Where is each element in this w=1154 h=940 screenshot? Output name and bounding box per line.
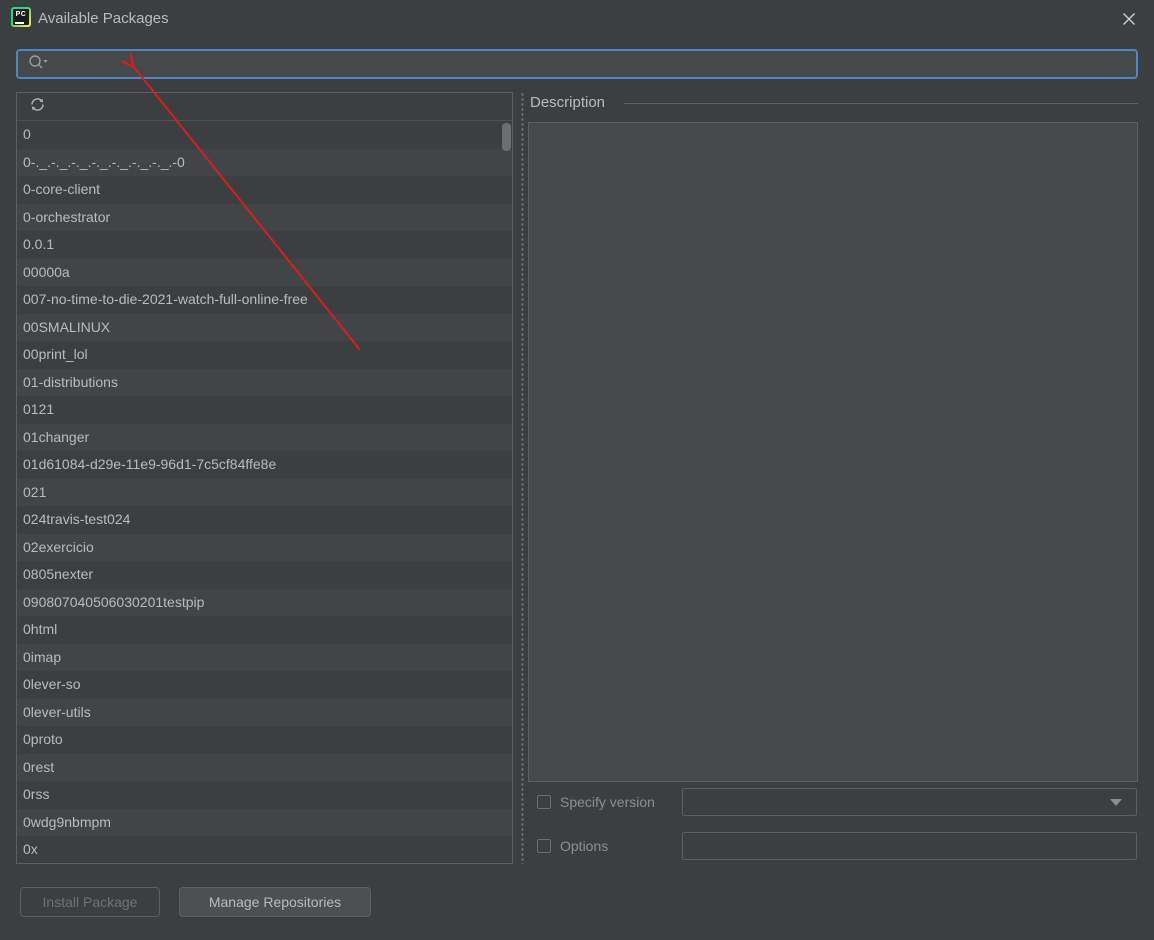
close-icon[interactable] (1118, 8, 1140, 30)
description-group: Description (528, 92, 1138, 782)
list-item[interactable]: 0 (17, 121, 512, 149)
list-item[interactable]: 00000a (17, 258, 512, 286)
splitter-grip (520, 92, 524, 864)
list-scrollbar[interactable] (501, 121, 512, 863)
chevron-down-icon (1110, 798, 1122, 806)
list-item[interactable]: 0wdg9nbmpm (17, 808, 512, 836)
list-toolbar (17, 93, 512, 121)
search-icon[interactable] (28, 54, 48, 75)
list-item[interactable]: 0-._.-._.-._.-._.-._.-._.-._.-0 (17, 148, 512, 176)
list-item[interactable]: 00SMALINUX (17, 313, 512, 341)
list-item[interactable]: 0rest (17, 753, 512, 781)
title-bar: PC Available Packages (0, 0, 1154, 37)
list-item[interactable]: 0rss (17, 781, 512, 809)
list-item[interactable]: 090807040506030201testpip (17, 588, 512, 616)
list-item[interactable]: 00print_lol (17, 341, 512, 369)
list-item[interactable]: 0lever-utils (17, 698, 512, 726)
list-item[interactable]: 0.0.1 (17, 231, 512, 259)
specify-version-label: Specify version (560, 794, 655, 810)
description-content (528, 122, 1138, 782)
description-title: Description (530, 92, 614, 114)
search-field[interactable] (16, 49, 1138, 79)
version-combobox[interactable] (682, 788, 1137, 816)
package-list[interactable]: 0 0-._.-._.-._.-._.-._.-._.-._.-0 0-core-c… (17, 121, 512, 863)
list-scrollbar-thumb[interactable] (502, 123, 511, 151)
panel-splitter[interactable] (518, 92, 526, 864)
list-item[interactable]: 01-distributions (17, 368, 512, 396)
description-rule (624, 103, 1138, 104)
list-item[interactable]: 024travis-test024 (17, 506, 512, 534)
list-item[interactable]: 0imap (17, 643, 512, 671)
list-item[interactable]: 0121 (17, 396, 512, 424)
window-title: Available Packages (38, 10, 169, 27)
description-panel: Description Specify version Options (528, 92, 1138, 864)
list-item[interactable]: 0lever-so (17, 671, 512, 699)
list-item[interactable]: 0-orchestrator (17, 203, 512, 231)
list-item[interactable]: 01changer (17, 423, 512, 451)
options-checkbox[interactable] (537, 839, 551, 853)
pycharm-icon-bar (15, 22, 24, 24)
list-item[interactable]: 0x (17, 836, 512, 863)
list-item[interactable]: 02exercicio (17, 533, 512, 561)
available-packages-dialog: PC Available Packages 0 0-._.-._.-._.-._… (0, 0, 1154, 940)
pycharm-icon: PC (11, 7, 31, 27)
list-item[interactable]: 0proto (17, 726, 512, 754)
list-item[interactable]: 0-core-client (17, 176, 512, 204)
list-item[interactable]: 021 (17, 478, 512, 506)
options-label: Options (560, 838, 609, 854)
options-row: Options (528, 832, 1138, 860)
list-item[interactable]: 01d61084-d29e-11e9-96d1-7c5cf84ffe8e (17, 451, 512, 479)
options-input[interactable] (682, 832, 1137, 860)
package-list-body[interactable]: 0 0-._.-._.-._.-._.-._.-._.-._.-0 0-core-c… (17, 121, 512, 863)
list-item[interactable]: 0html (17, 616, 512, 644)
package-list-panel: 0 0-._.-._.-._.-._.-._.-._.-._.-0 0-core-c… (16, 92, 513, 864)
search-input[interactable] (48, 51, 1136, 77)
list-item[interactable]: 007-no-time-to-die-2021-watch-full-onlin… (17, 286, 512, 314)
specify-version-checkbox[interactable] (537, 795, 551, 809)
list-item[interactable]: 0805nexter (17, 561, 512, 589)
refresh-icon[interactable] (29, 96, 46, 118)
manage-repositories-button[interactable]: Manage Repositories (179, 887, 371, 917)
specify-version-row: Specify version (528, 788, 1138, 816)
install-package-button[interactable]: Install Package (20, 887, 160, 917)
